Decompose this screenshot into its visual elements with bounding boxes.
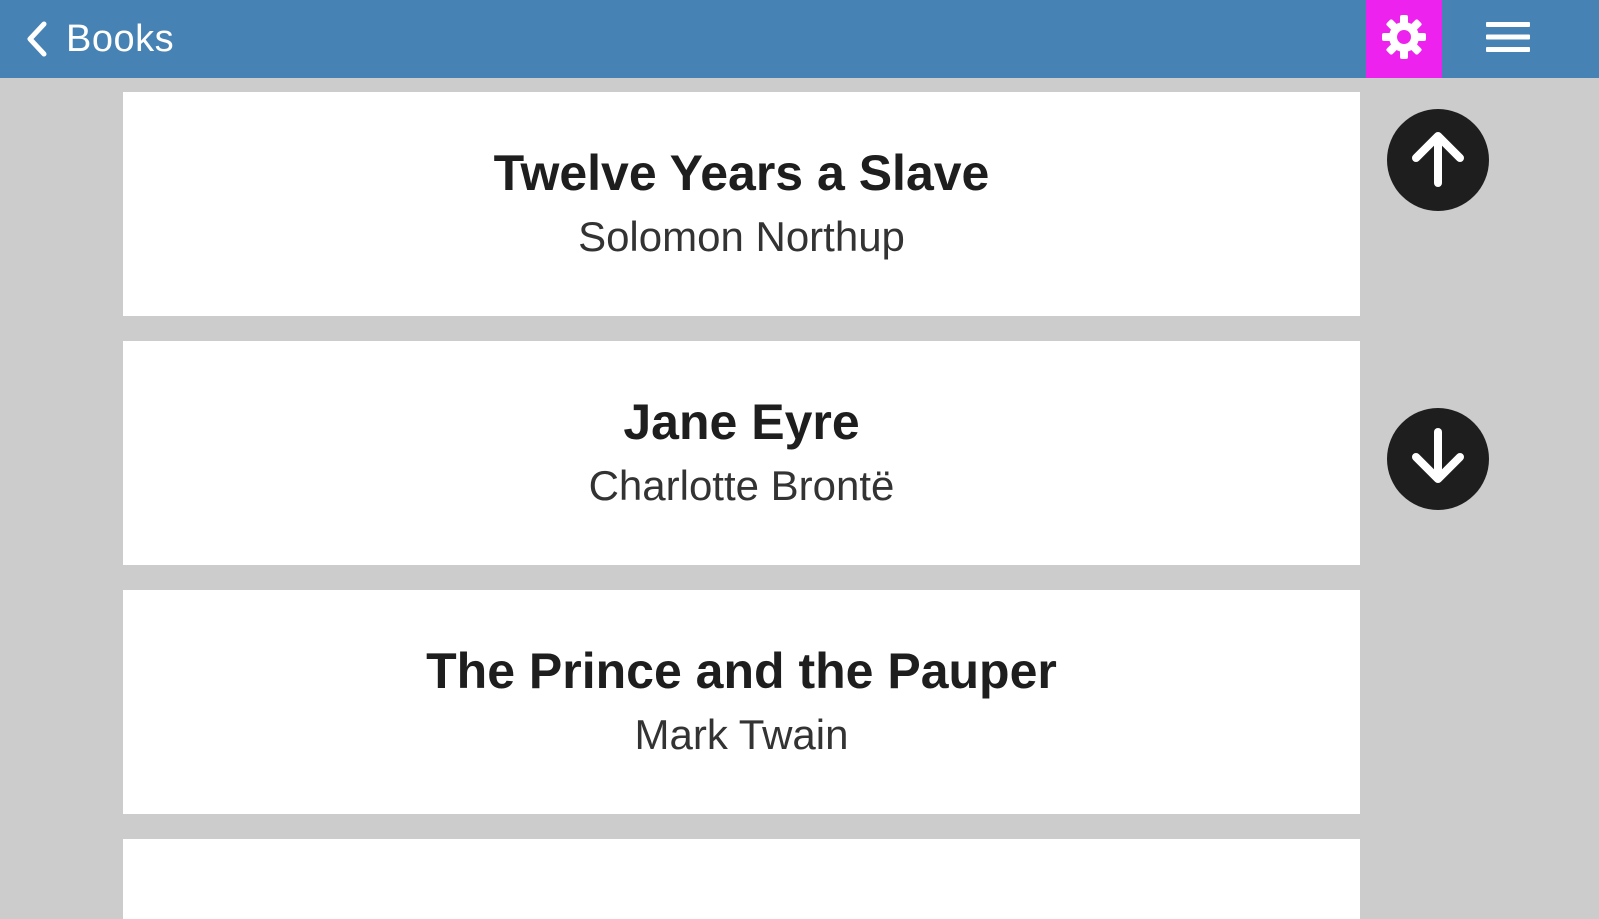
- book-author: Solomon Northup: [578, 213, 905, 260]
- gear-icon: [1380, 13, 1428, 66]
- hamburger-menu-icon: [1484, 19, 1532, 60]
- top-navigation-bar: Books: [0, 0, 1599, 78]
- book-author: Mark Twain: [634, 711, 849, 758]
- arrow-up-circle-icon: [1407, 127, 1469, 194]
- back-button-label: Books: [66, 17, 175, 60]
- book-list-item[interactable]: Jane Eyre Charlotte Brontë: [123, 341, 1360, 565]
- book-title: Jane Eyre: [623, 394, 860, 450]
- back-button[interactable]: Books: [22, 0, 174, 78]
- settings-button[interactable]: [1366, 0, 1442, 78]
- chevron-left-icon: [22, 19, 52, 59]
- book-list-item[interactable]: [123, 839, 1360, 919]
- arrow-down-circle-icon: [1407, 426, 1469, 493]
- book-title: The Prince and the Pauper: [426, 643, 1057, 699]
- book-list-item[interactable]: Twelve Years a Slave Solomon Northup: [123, 92, 1360, 316]
- menu-button[interactable]: [1473, 0, 1543, 78]
- book-title: Twelve Years a Slave: [493, 145, 990, 201]
- book-list-item[interactable]: The Prince and the Pauper Mark Twain: [123, 590, 1360, 814]
- scroll-up-button[interactable]: [1387, 109, 1489, 211]
- book-author: Charlotte Brontë: [588, 462, 895, 509]
- scroll-down-button[interactable]: [1387, 408, 1489, 510]
